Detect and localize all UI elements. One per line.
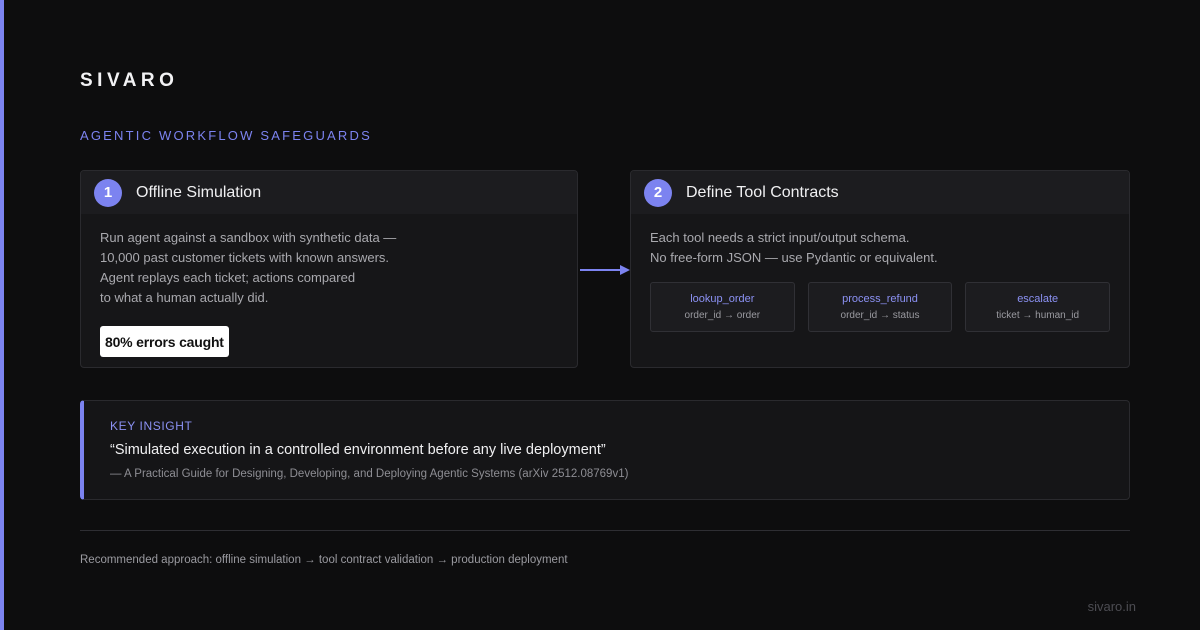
accent-bar bbox=[0, 0, 4, 630]
tool-name: process_refund bbox=[842, 293, 918, 305]
section-label: AGENTIC WORKFLOW SAFEGUARDS bbox=[80, 128, 372, 143]
footer-divider bbox=[80, 530, 1130, 531]
tool-signature: ticket → human_id bbox=[996, 310, 1080, 321]
step-description-line: to what a human actually did. bbox=[100, 290, 269, 305]
flow-arrow-icon bbox=[580, 265, 630, 275]
step-title: Offline Simulation bbox=[136, 183, 262, 201]
tool-name: lookup_order bbox=[690, 293, 755, 305]
tool-name: escalate bbox=[1017, 293, 1059, 305]
insight-source: — A Practical Guide for Designing, Devel… bbox=[110, 468, 629, 480]
tool-contract-lookup-order: lookup_order order_id → order bbox=[650, 282, 795, 332]
step-number-badge: 1 bbox=[94, 178, 122, 207]
tool-signature: order_id → order bbox=[684, 310, 761, 321]
recommended-approach-note: Recommended approach: offline simulation… bbox=[80, 554, 568, 566]
step-description-line: Run agent against a sandbox with synthet… bbox=[100, 230, 397, 245]
step-description-line: Agent replays each ticket; actions compa… bbox=[100, 270, 356, 285]
step-description-line: Each tool needs a strict input/output sc… bbox=[650, 230, 910, 245]
site-url: sivaro.in bbox=[1087, 599, 1136, 614]
step-number-badge: 2 bbox=[644, 178, 672, 207]
step-card-offline-simulation: 1 Offline Simulation Run agent against a… bbox=[80, 170, 578, 368]
step-description-line: No free-form JSON — use Pydantic or equi… bbox=[650, 250, 938, 265]
brand-logo: SIVARO bbox=[80, 70, 179, 91]
step-card-body: Run agent against a sandbox with synthet… bbox=[81, 214, 577, 357]
tool-contract-list: lookup_order order_id → order process_re… bbox=[650, 282, 1111, 332]
key-insight-callout: KEY INSIGHT “Simulated execution in a co… bbox=[80, 400, 1130, 500]
step-card-header: 2 Define Tool Contracts bbox=[631, 171, 1129, 214]
step-card-define-tool-contracts: 2 Define Tool Contracts Each tool needs … bbox=[630, 170, 1130, 368]
tool-contract-process-refund: process_refund order_id → status bbox=[807, 282, 953, 332]
tool-contract-escalate: escalate ticket → human_id bbox=[965, 282, 1111, 332]
tool-signature: order_id → status bbox=[840, 310, 920, 321]
insight-quote: “Simulated execution in a controlled env… bbox=[110, 442, 606, 458]
errors-caught-stat-badge: 80% errors caught bbox=[100, 326, 229, 357]
step-card-header: 1 Offline Simulation bbox=[81, 171, 577, 214]
step-title: Define Tool Contracts bbox=[686, 183, 839, 201]
step-description-line: 10,000 past customer tickets with known … bbox=[100, 250, 390, 265]
step-card-body: Each tool needs a strict input/output sc… bbox=[631, 214, 1129, 332]
insight-label: KEY INSIGHT bbox=[110, 419, 193, 433]
